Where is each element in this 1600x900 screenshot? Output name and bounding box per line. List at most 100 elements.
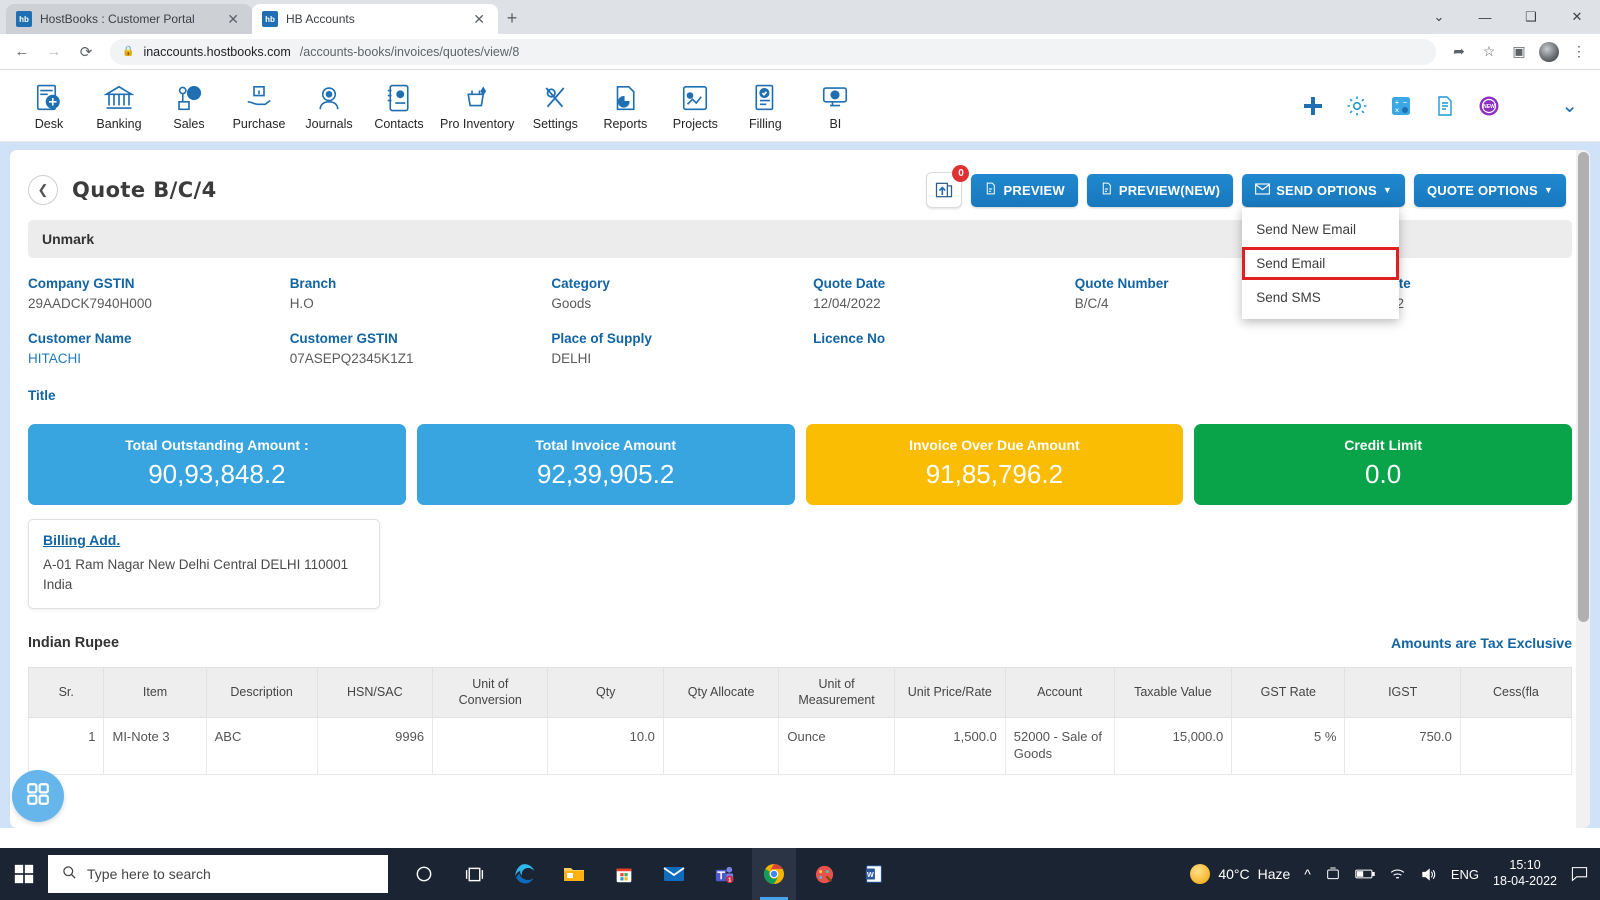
nav-item-banking[interactable]: Banking xyxy=(84,79,154,133)
nav-item-purchase[interactable]: Purchase xyxy=(224,79,294,133)
close-icon[interactable]: ✕ xyxy=(470,12,488,26)
field-label: Place of Supply xyxy=(551,331,652,346)
gear-icon[interactable] xyxy=(1345,94,1369,118)
menu-item-send-new-email[interactable]: Send New Email xyxy=(1242,214,1399,245)
currency-row: Indian Rupee Amounts are Tax Exclusive xyxy=(10,609,1590,651)
nav-item-contacts[interactable]: Contacts xyxy=(364,79,434,133)
col-gst-rate[interactable]: GST Rate xyxy=(1231,667,1346,719)
profile-avatar[interactable] xyxy=(1536,39,1562,65)
col-description[interactable]: Description xyxy=(205,667,318,719)
restore-icon[interactable]: ❑ xyxy=(1508,0,1554,34)
back-icon[interactable]: ← xyxy=(8,38,36,66)
preview-new-button[interactable]: PREVIEW(NEW) xyxy=(1086,173,1234,207)
microsoft-store-icon[interactable] xyxy=(602,848,646,900)
more-menu-icon[interactable]: ⋮ xyxy=(1566,39,1592,65)
share-icon[interactable]: ➦ xyxy=(1446,39,1472,65)
minimize-icon[interactable]: — xyxy=(1462,0,1508,34)
windows-start-icon[interactable] xyxy=(0,864,48,884)
menu-item-send-email[interactable]: Send Email xyxy=(1242,246,1400,280)
teams-icon[interactable]: 1 xyxy=(702,848,746,900)
col-qty[interactable]: Qty xyxy=(547,667,664,719)
nav-item-journals[interactable]: Journals xyxy=(294,79,364,133)
address-bar[interactable]: 🔒 inaccounts.hostbooks.com/accounts-book… xyxy=(110,38,1436,65)
table-row: 1 MI-Note 3 ABC 9996 10.0 Ounce 1,500.0 … xyxy=(27,717,1573,776)
col-item[interactable]: Item xyxy=(103,667,207,719)
nav-item-pro-inventory[interactable]: Pro Inventory xyxy=(434,79,520,133)
nav-item-projects[interactable]: Projects xyxy=(660,79,730,133)
col-account[interactable]: Account xyxy=(1004,667,1115,719)
back-chevron-icon[interactable]: ❮ xyxy=(28,175,58,205)
field-company-gstin: Company GSTIN 29AADCK7940H000 xyxy=(28,276,290,311)
task-view-icon[interactable] xyxy=(452,848,496,900)
close-icon[interactable]: ✕ xyxy=(1554,0,1600,34)
battery-icon[interactable] xyxy=(1355,867,1375,881)
col-sr[interactable]: Sr. xyxy=(27,667,105,719)
page-scrollbar[interactable] xyxy=(1576,150,1590,828)
action-center-icon[interactable] xyxy=(1571,866,1588,882)
chevron-down-icon[interactable]: ⌄ xyxy=(1416,0,1462,34)
chevron-down-icon[interactable]: ⌄ xyxy=(1561,93,1578,118)
document-icon[interactable] xyxy=(1433,94,1457,118)
col-hsn-sac[interactable]: HSN/SAC xyxy=(316,667,434,719)
url-path: /accounts-books/invoices/quotes/view/8 xyxy=(299,44,520,59)
quote-options-button[interactable]: QUOTE OPTIONS ▼ xyxy=(1413,173,1566,207)
send-options-button[interactable]: SEND OPTIONS ▼ xyxy=(1242,173,1405,207)
col-unit-price-rate[interactable]: Unit Price/Rate xyxy=(893,667,1006,719)
upload-document-icon[interactable]: 0 xyxy=(926,165,970,208)
field-label: Category xyxy=(551,276,610,291)
new-tab-button[interactable]: + xyxy=(498,4,526,32)
word-icon[interactable]: W xyxy=(852,848,896,900)
menu-item-send-sms[interactable]: Send SMS xyxy=(1242,282,1399,313)
col-unit-of-conversion[interactable]: Unit of Conversion xyxy=(432,667,549,719)
new-badge-icon[interactable]: NEW xyxy=(1477,94,1501,118)
desk-icon xyxy=(32,81,66,115)
col-igst[interactable]: IGST xyxy=(1344,667,1461,719)
col-qty-allocate[interactable]: Qty Allocate xyxy=(662,667,780,719)
forward-icon[interactable]: → xyxy=(40,38,68,66)
edge-icon[interactable] xyxy=(502,848,546,900)
chrome-icon[interactable] xyxy=(752,848,796,900)
calculator-icon[interactable]: + − × xyxy=(1389,94,1413,118)
summary-stats-row: Total Outstanding Amount : 90,93,848.2 T… xyxy=(10,408,1590,505)
mail-icon[interactable] xyxy=(652,848,696,900)
nav-item-desk[interactable]: Desk xyxy=(14,79,84,133)
bookmark-star-icon[interactable]: ☆ xyxy=(1476,39,1502,65)
col-taxable-value[interactable]: Taxable Value xyxy=(1113,667,1233,719)
weather-widget[interactable]: 40°C Haze xyxy=(1190,864,1290,884)
nav-label: Journals xyxy=(305,116,353,131)
nav-label: Filling xyxy=(749,116,782,131)
field-value[interactable]: HITACHI xyxy=(28,351,290,366)
browser-tab-inactive[interactable]: hb HostBooks : Customer Portal ✕ xyxy=(6,4,252,34)
onedrive-icon[interactable] xyxy=(1325,866,1341,882)
nav-item-filling[interactable]: Filling xyxy=(730,79,800,133)
browser-tab-active[interactable]: hb HB Accounts ✕ xyxy=(252,4,498,34)
inventory-icon xyxy=(460,81,494,115)
nav-item-sales[interactable]: Sales xyxy=(154,79,224,133)
plus-icon[interactable] xyxy=(1301,94,1325,118)
taskbar-clock[interactable]: 15:10 18-04-2022 xyxy=(1493,858,1557,889)
nav-item-reports[interactable]: Reports xyxy=(590,79,660,133)
close-icon[interactable]: ✕ xyxy=(224,12,242,26)
apps-grid-fab-button[interactable] xyxy=(12,770,64,822)
preview-button[interactable]: PREVIEW xyxy=(971,173,1078,207)
taskbar-search-input[interactable]: Type here to search xyxy=(48,855,388,893)
wifi-icon[interactable] xyxy=(1389,867,1406,882)
chevron-up-icon[interactable]: ^ xyxy=(1304,866,1311,882)
tab-title: HostBooks : Customer Portal xyxy=(40,12,195,26)
cortana-icon[interactable] xyxy=(402,848,446,900)
language-indicator[interactable]: ENG xyxy=(1451,867,1479,882)
file-explorer-icon[interactable] xyxy=(552,848,596,900)
taskbar-apps: 1 W xyxy=(402,848,896,900)
col-unit-of-measurement[interactable]: Unit of Measurement xyxy=(778,667,895,719)
cell-item[interactable]: MI-Note 3 xyxy=(103,717,207,776)
window-controls: ⌄ — ❑ ✕ xyxy=(1416,0,1600,34)
nav-item-settings[interactable]: Settings xyxy=(520,79,590,133)
col-cess[interactable]: Cess(fla xyxy=(1459,667,1573,719)
paint-icon[interactable] xyxy=(802,848,846,900)
reload-icon[interactable]: ⟳ xyxy=(72,38,100,66)
scrollbar-thumb[interactable] xyxy=(1578,152,1589,622)
billing-address-title[interactable]: Billing Add. xyxy=(43,532,365,548)
volume-icon[interactable] xyxy=(1420,867,1437,882)
nav-item-bi[interactable]: BI xyxy=(800,79,870,133)
sidepanel-icon[interactable]: ▣ xyxy=(1506,39,1532,65)
